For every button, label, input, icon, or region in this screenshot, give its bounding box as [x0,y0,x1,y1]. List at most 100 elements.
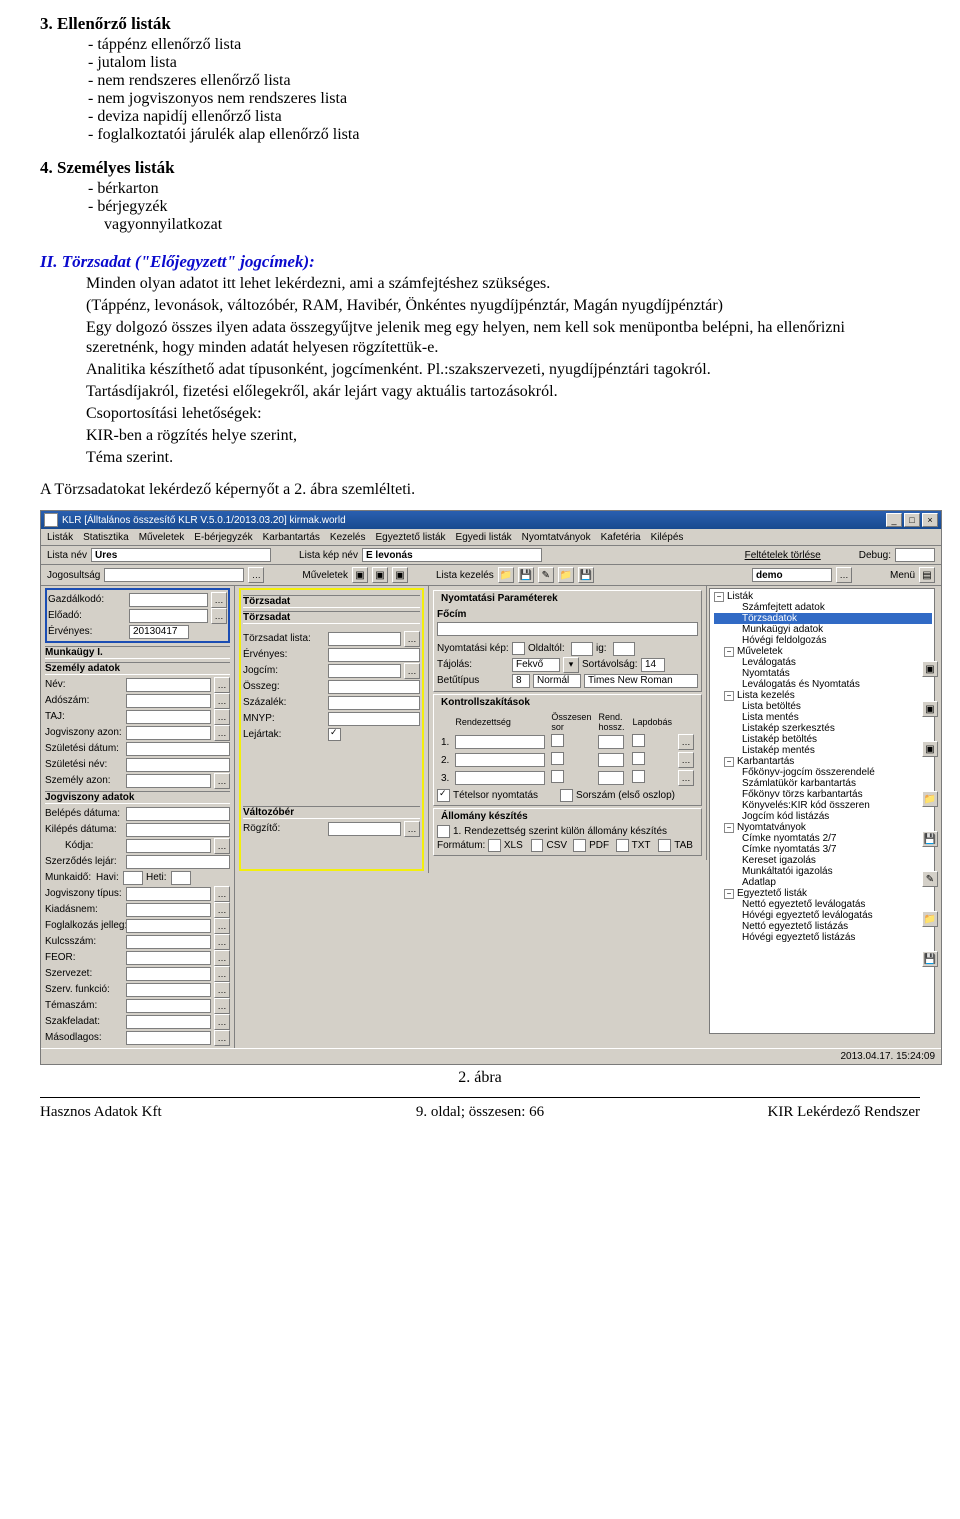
browse-button[interactable]: … [404,631,420,647]
checkbox-lejartak[interactable] [328,728,341,741]
browse-button[interactable]: … [678,752,694,768]
tree-node[interactable]: Számfejtett adatok [714,602,932,613]
tree-node[interactable]: Listakép szerkesztés [714,723,932,734]
menu-item[interactable]: Egyedi listák [456,532,512,543]
collapse-icon[interactable]: − [724,889,734,899]
input[interactable] [126,935,211,949]
browse-button[interactable]: … [214,709,230,725]
window-titlebar[interactable]: KLR [Álltalános összesítő KLR V.5.0.1/20… [41,511,941,529]
input[interactable] [126,919,211,933]
tree-node[interactable]: Nyomtatás [714,668,932,679]
input[interactable] [126,1031,211,1045]
input[interactable] [129,593,208,607]
input[interactable] [123,871,143,885]
tree-node[interactable]: Nettó egyeztető leválogatás [714,899,932,910]
input[interactable] [126,951,211,965]
checkbox-txt[interactable] [616,839,629,852]
browse-button[interactable]: … [214,934,230,950]
menu-item[interactable]: Műveletek [139,532,185,543]
input[interactable] [598,753,624,767]
side-icon[interactable]: 📁 [922,791,938,807]
checkbox-sorszam[interactable] [560,789,573,802]
checkbox[interactable] [551,734,564,747]
side-icon[interactable]: 📁 [922,911,938,927]
input[interactable] [126,1015,211,1029]
menu-item[interactable]: E-bérjegyzék [194,532,252,543]
tree-node[interactable]: Hóvégi egyeztető leválogatás [714,910,932,921]
checkbox-csv[interactable] [531,839,544,852]
input-fontsize[interactable] [512,674,530,688]
tree-node[interactable]: Munkáltatói igazolás [714,866,932,877]
checkbox-xls[interactable] [488,839,501,852]
checkbox[interactable] [512,642,525,655]
tree-node[interactable]: Főkönyv-jogcím összerendelé [714,767,932,778]
input-fontname[interactable] [584,674,698,688]
menu-icon[interactable]: ▤ [919,567,935,583]
input[interactable] [126,999,211,1013]
menu-item[interactable]: Egyeztető listák [375,532,445,543]
side-icon[interactable]: ▣ [922,741,938,757]
input[interactable] [598,735,624,749]
tree-node[interactable]: Listakép betöltés [714,734,932,745]
input[interactable] [328,822,401,836]
checkbox[interactable] [437,825,450,838]
tree-node[interactable]: Leválogatás és Nyomtatás [714,679,932,690]
input[interactable] [126,710,211,724]
input[interactable] [126,839,211,853]
collapse-icon[interactable]: − [724,647,734,657]
checkbox[interactable] [632,770,645,783]
input[interactable] [328,632,401,646]
browse-button[interactable]: … [214,1014,230,1030]
tree-node[interactable]: Lista mentés [714,712,932,723]
browse-button[interactable]: … [214,966,230,982]
input[interactable] [328,696,420,710]
tree-node[interactable]: Listakép mentés [714,745,932,756]
tree-node[interactable]: Kereset igazolás [714,855,932,866]
input[interactable] [613,642,635,656]
action-icon[interactable]: ▣ [372,567,388,583]
input[interactable] [126,887,211,901]
browse-button[interactable]: … [214,838,230,854]
tree-node[interactable]: Jogcím kód listázás [714,811,932,822]
list-icon[interactable]: 📁 [558,567,574,583]
browse-button[interactable]: … [214,725,230,741]
tree-node[interactable]: Hóvégi egyeztető listázás [714,932,932,943]
input-jogosultsag[interactable] [104,568,244,582]
input[interactable] [171,871,191,885]
input-demo[interactable] [752,568,832,582]
browse-button[interactable]: … [214,982,230,998]
input[interactable] [126,983,211,997]
input[interactable] [126,967,211,981]
browse-button[interactable]: … [214,677,230,693]
menu-item[interactable]: Nyomtatványok [522,532,591,543]
input-fontstyle[interactable] [533,674,581,688]
side-icon[interactable]: ✎ [922,871,938,887]
dropdown-button[interactable]: ▾ [563,657,579,673]
browse-button[interactable]: … [836,567,852,583]
input-ervenyes[interactable] [129,625,189,639]
collapse-icon[interactable]: − [724,823,734,833]
tree-node[interactable]: Címke nyomtatás 3/7 [714,844,932,855]
input[interactable] [126,855,230,869]
input[interactable] [126,774,211,788]
input[interactable] [598,771,624,785]
tree-node[interactable]: Nettó egyeztető listázás [714,921,932,932]
minimize-button[interactable]: _ [886,513,902,527]
browse-button[interactable]: … [214,902,230,918]
input[interactable] [126,758,230,772]
maximize-button[interactable]: □ [904,513,920,527]
browse-button[interactable]: … [214,773,230,789]
checkbox-tetelsor[interactable] [437,789,450,802]
browse-button[interactable]: … [211,592,227,608]
input[interactable] [126,678,211,692]
tree-node[interactable]: Adatlap [714,877,932,888]
browse-button[interactable]: … [214,918,230,934]
tree-node[interactable]: Lista kezelés [737,690,795,701]
browse-button[interactable]: … [214,693,230,709]
list-icon[interactable]: 💾 [578,567,594,583]
browse-button[interactable]: … [678,734,694,750]
collapse-icon[interactable]: − [714,592,724,602]
browse-button[interactable]: … [211,608,227,624]
action-icon[interactable]: ▣ [392,567,408,583]
list-icon[interactable]: 📁 [498,567,514,583]
